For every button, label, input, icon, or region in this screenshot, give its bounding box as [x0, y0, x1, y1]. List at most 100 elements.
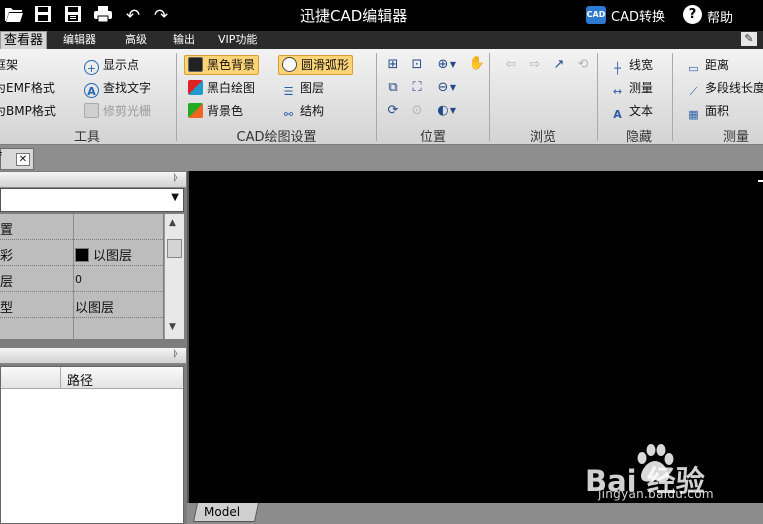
- 3d-orbit-icon[interactable]: ⟳: [384, 102, 402, 120]
- background-color-button[interactable]: 背景色: [188, 101, 243, 121]
- measure-group-label: 测量: [722, 130, 749, 145]
- group-divider: [376, 53, 377, 141]
- find-text-button[interactable]: A 查找文字: [84, 78, 151, 98]
- save-as-icon[interactable]: [62, 5, 84, 27]
- layers-button[interactable]: ☰ 图层: [281, 78, 324, 98]
- model-tab-label[interactable]: Model: [204, 505, 240, 519]
- property-row[interactable]: 彩 以图层: [0, 240, 163, 266]
- cad-convert-button[interactable]: CAD转换: [611, 6, 665, 25]
- close-icon[interactable]: ✕: [16, 153, 30, 166]
- extents-icon[interactable]: ⧉: [384, 79, 402, 97]
- black-background-button[interactable]: 黑色背景: [184, 55, 260, 75]
- document-tab[interactable]: f ✕: [0, 148, 34, 170]
- bw-drawing-label: 黑白绘图: [207, 81, 256, 95]
- black-background-label: 黑色背景: [207, 58, 256, 72]
- browse-group-label: 浏览: [529, 130, 556, 145]
- export-emf-button[interactable]: 为EMF格式: [0, 78, 55, 98]
- refresh-icon[interactable]: ⟲: [574, 56, 592, 74]
- pin-icon[interactable]: ᚦ: [173, 173, 179, 184]
- ribbon-pin-icon[interactable]: ✎: [741, 32, 757, 46]
- smooth-arc-button[interactable]: 圆滑弧形: [278, 55, 354, 75]
- save-icon[interactable]: [32, 5, 54, 27]
- dimension-button[interactable]: ↔ 测量: [610, 78, 653, 98]
- find-text-icon: A: [84, 83, 99, 98]
- help-button[interactable]: 帮助: [707, 7, 733, 26]
- zoom-previous-icon[interactable]: ⊙: [408, 102, 426, 120]
- drawing-canvas[interactable]: [187, 171, 763, 503]
- property-value[interactable]: 以图层: [75, 245, 132, 264]
- property-value[interactable]: 0: [75, 273, 82, 286]
- zoom-window-icon[interactable]: ⊡: [408, 56, 426, 74]
- scroll-down-icon[interactable]: ▼: [169, 322, 176, 332]
- frame-button[interactable]: 框架: [0, 55, 18, 75]
- path-column-header[interactable]: 路径: [67, 370, 93, 389]
- polyline-length-label: 多段线长度: [705, 81, 763, 95]
- file-panel-header: ᚦ: [0, 348, 186, 364]
- chevron-down-icon[interactable]: ▼: [448, 79, 458, 97]
- property-name: 型: [0, 301, 14, 316]
- file-list[interactable]: 路径: [0, 366, 184, 524]
- lineweight-label: 线宽: [629, 58, 654, 72]
- open-icon[interactable]: [3, 5, 25, 27]
- pin-icon[interactable]: ᚦ: [173, 349, 179, 360]
- property-grid: 置 彩 以图层 层 0 型 以图层: [0, 214, 163, 339]
- trim-raster-button[interactable]: 修剪光栅: [84, 101, 151, 121]
- smooth-arc-icon: [282, 57, 297, 72]
- cad-convert-icon[interactable]: CAD: [586, 6, 606, 24]
- trim-raster-label: 修剪光栅: [103, 104, 152, 118]
- lineweight-button[interactable]: ┼ 线宽: [610, 55, 653, 75]
- property-row[interactable]: 置: [0, 214, 163, 240]
- undo-icon[interactable]: ↶: [122, 5, 144, 27]
- tab-editor[interactable]: 编辑器: [63, 31, 96, 49]
- show-points-button[interactable]: + 显示点: [84, 55, 139, 75]
- property-scrollbar[interactable]: ▲ ▼: [164, 214, 184, 339]
- property-value[interactable]: 以图层: [75, 297, 114, 316]
- bw-drawing-icon: [188, 80, 203, 95]
- redo-icon[interactable]: ↷: [150, 5, 172, 27]
- text-visibility-button[interactable]: A 文本: [610, 101, 653, 121]
- object-select-dropdown[interactable]: ▼: [0, 188, 184, 212]
- polyline-icon: ⟋: [689, 85, 698, 98]
- area-icon: ▦: [688, 108, 699, 121]
- export-bmp-label: 为BMP格式: [0, 104, 56, 118]
- structure-button[interactable]: ⚯ 结构: [281, 101, 324, 121]
- scroll-up-icon[interactable]: ▲: [169, 218, 176, 228]
- open-external-icon[interactable]: ↗: [550, 56, 568, 74]
- bw-drawing-button[interactable]: 黑白绘图: [188, 78, 255, 98]
- fit-window-icon[interactable]: ⊞: [384, 56, 402, 74]
- title-bar: ↶ ↷ 迅捷CAD编辑器 CAD CAD转换 ? 帮助: [0, 0, 763, 31]
- pan-hand-icon[interactable]: ✋: [468, 55, 486, 73]
- tab-viewer[interactable]: 查看器: [0, 31, 48, 49]
- tab-vip[interactable]: VIP功能: [218, 31, 257, 49]
- property-row[interactable]: 层 0: [0, 266, 163, 292]
- text-icon: A: [613, 108, 622, 121]
- back-arrow-icon[interactable]: ⇦: [502, 56, 520, 74]
- group-divider: [672, 53, 673, 141]
- area-label: 面积: [705, 104, 730, 118]
- tab-output[interactable]: 输出: [173, 31, 195, 49]
- area-button[interactable]: ▦ 面积: [686, 101, 729, 121]
- forward-arrow-icon[interactable]: ⇨: [526, 56, 544, 74]
- dimension-label: 测量: [629, 81, 654, 95]
- group-divider: [176, 53, 177, 141]
- chevron-down-icon[interactable]: ▼: [448, 102, 458, 120]
- chevron-down-icon[interactable]: ▼: [171, 192, 179, 203]
- property-row[interactable]: 型 以图层: [0, 292, 163, 318]
- chevron-down-icon[interactable]: ▼: [448, 56, 458, 74]
- tools-group-label: 工具: [73, 130, 100, 145]
- position-group-label: 位置: [419, 130, 446, 145]
- background-color-icon: [188, 103, 203, 118]
- cad-settings-group-label: CAD绘图设置: [236, 130, 317, 145]
- export-bmp-button[interactable]: 为BMP格式: [0, 101, 56, 121]
- find-text-label: 查找文字: [103, 81, 152, 95]
- scroll-thumb[interactable]: [167, 239, 182, 258]
- zoom-all-icon[interactable]: ⛶: [408, 79, 426, 97]
- document-tab-label: f: [0, 151, 2, 166]
- print-icon[interactable]: [92, 5, 114, 27]
- property-value-text: 以图层: [93, 249, 133, 264]
- help-icon[interactable]: ?: [683, 5, 702, 24]
- distance-button[interactable]: ▭ 距离: [686, 55, 729, 75]
- polyline-length-button[interactable]: ⟋ 多段线长度: [686, 78, 763, 98]
- properties-panel-header: ᚦ: [0, 172, 186, 188]
- tab-advanced[interactable]: 高级: [125, 31, 147, 49]
